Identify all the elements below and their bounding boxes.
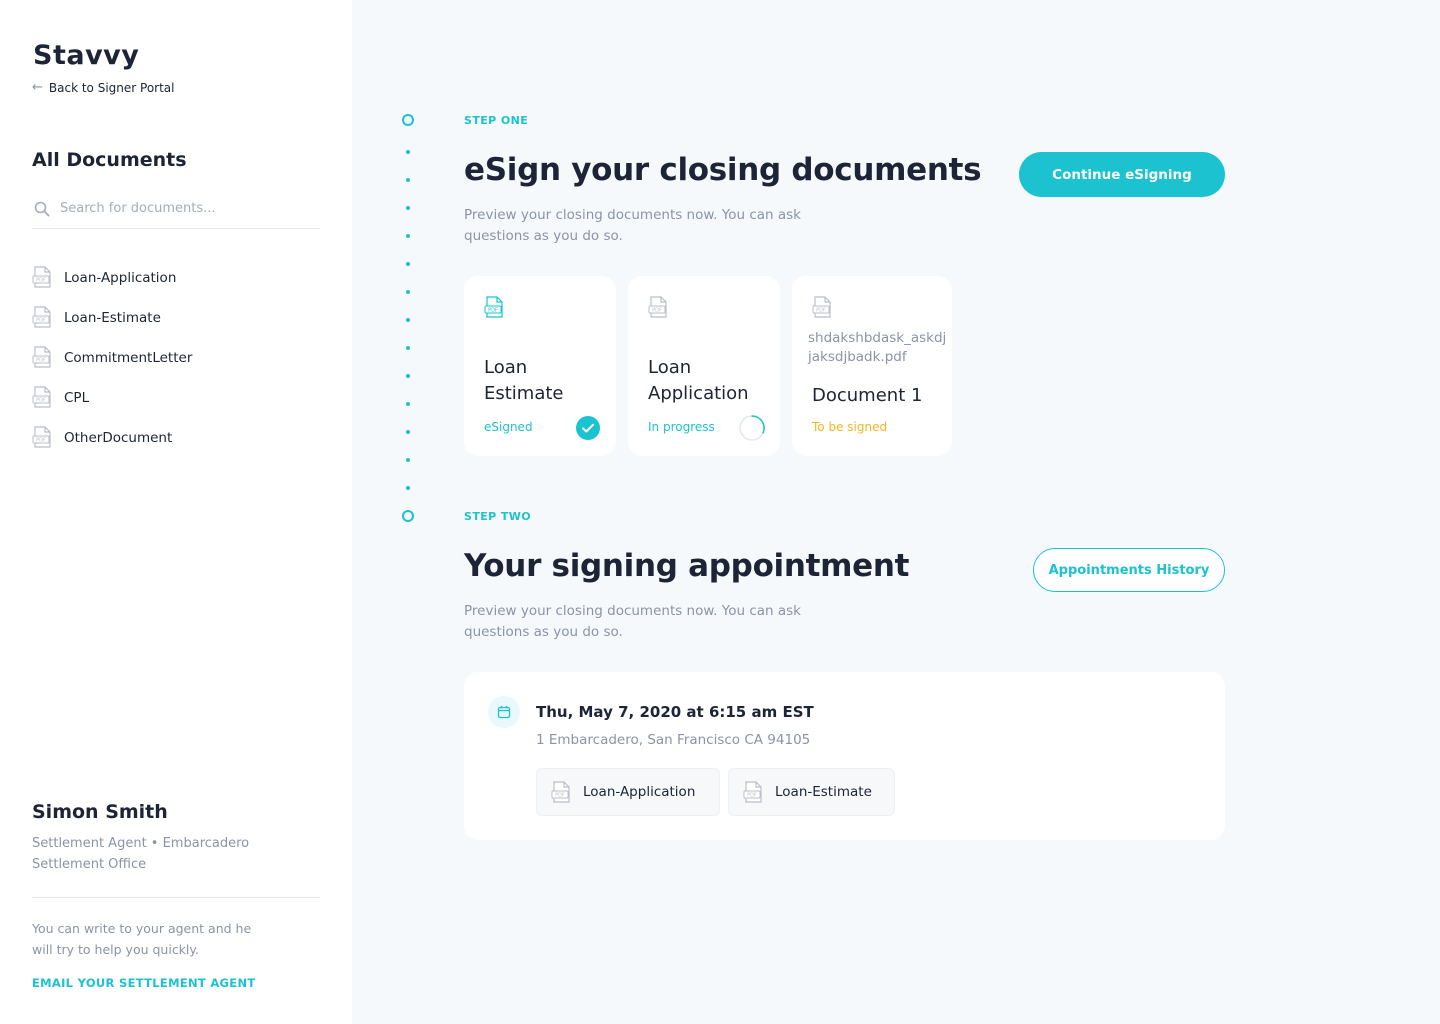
all-documents-heading: All Documents	[32, 149, 187, 171]
sidebar: Stavvy ← Back to Signer Portal All Docum…	[0, 0, 352, 1024]
pdf-icon: PDF	[32, 266, 51, 288]
document-name: CommitmentLetter	[64, 350, 193, 366]
agent-help-text: You can write to your agent and he will …	[32, 921, 252, 957]
timeline-dot	[406, 402, 410, 406]
document-name: Loan-Application	[64, 270, 177, 286]
appointment-document-chip[interactable]: PDF Loan-Estimate	[728, 768, 895, 816]
timeline-dot	[406, 150, 410, 154]
document-name: OtherDocument	[64, 430, 173, 446]
pdf-icon: PDF	[484, 296, 503, 318]
appointment-date: Thu, May 7, 2020 at 6:15 am EST	[536, 703, 814, 721]
progress-spinner-icon	[739, 415, 765, 441]
step-one-title: eSign your closing documents	[464, 152, 982, 188]
step-one-description: Preview your closing documents now. You …	[464, 207, 801, 244]
back-to-portal-link[interactable]: ← Back to Signer Portal	[32, 80, 175, 95]
search-input[interactable]	[60, 196, 310, 220]
pdf-icon: PDF	[648, 296, 667, 318]
timeline-dot	[406, 206, 410, 210]
step-two-description: Preview your closing documents now. You …	[464, 603, 801, 640]
card-status: To be signed	[812, 420, 888, 434]
pdf-icon: PDF	[812, 296, 831, 318]
document-card-loan-estimate[interactable]: PDF Loan Estimate eSigned	[464, 276, 616, 456]
list-item[interactable]: PDF Loan-Application	[32, 258, 192, 298]
agent-role: Settlement Agent • Embarcadero Settlemen…	[32, 836, 250, 872]
continue-esigning-button[interactable]: Continue eSigning	[1019, 152, 1225, 197]
svg-text:PDF: PDF	[816, 308, 826, 314]
document-search	[32, 196, 320, 229]
chip-label: Loan-Estimate	[775, 784, 872, 800]
document-card-loan-application[interactable]: PDF Loan Application In progress	[628, 276, 780, 456]
timeline-dot	[406, 290, 410, 294]
svg-text:PDF: PDF	[36, 318, 46, 324]
list-item[interactable]: PDF CommitmentLetter	[32, 338, 192, 378]
pdf-icon: PDF	[551, 781, 570, 803]
svg-text:PDF: PDF	[747, 793, 757, 799]
timeline-dot	[406, 374, 410, 378]
svg-text:PDF: PDF	[652, 308, 662, 314]
card-filename: shdakshbdask_askdjjaksdjbadk.pdf	[808, 330, 947, 365]
pdf-icon: PDF	[32, 386, 51, 408]
list-item[interactable]: PDF CPL	[32, 378, 192, 418]
timeline-dot	[406, 346, 410, 350]
back-link-label: Back to Signer Portal	[48, 80, 175, 95]
document-name: Loan-Estimate	[64, 310, 161, 326]
document-list: PDF Loan-Application PDF Loan-Estimate P…	[32, 258, 192, 458]
svg-text:PDF: PDF	[488, 308, 498, 314]
calendar-icon	[488, 696, 520, 728]
document-card-document-1[interactable]: PDF shdakshbdask_askdjjaksdjbadk.pdf Doc…	[792, 276, 952, 456]
svg-text:PDF: PDF	[36, 398, 46, 404]
step-one-label: STEP ONE	[464, 114, 529, 127]
timeline-dot	[406, 458, 410, 462]
timeline-dot	[406, 234, 410, 238]
checkmark-icon	[576, 416, 600, 440]
appointment-address: 1 Embarcadero, San Francisco CA 94105	[536, 732, 811, 748]
agent-name: Simon Smith	[32, 801, 168, 823]
step-two-marker	[402, 510, 414, 522]
list-item[interactable]: PDF Loan-Estimate	[32, 298, 192, 338]
step-two-label: STEP TWO	[464, 510, 532, 523]
step-two-title: Your signing appointment	[464, 548, 910, 584]
svg-text:PDF: PDF	[36, 278, 46, 284]
appointment-card: Thu, May 7, 2020 at 6:15 am EST 1 Embarc…	[464, 672, 1225, 840]
card-status: In progress	[648, 420, 715, 434]
svg-text:PDF: PDF	[555, 793, 565, 799]
card-title: Document 1	[812, 385, 923, 406]
appointment-document-chip[interactable]: PDF Loan-Application	[536, 768, 720, 816]
svg-text:PDF: PDF	[36, 438, 46, 444]
svg-text:PDF: PDF	[36, 358, 46, 364]
search-icon	[34, 201, 50, 217]
card-title: Loan Estimate	[484, 357, 564, 404]
card-title: Loan Application	[648, 357, 749, 404]
list-item[interactable]: PDF OtherDocument	[32, 418, 192, 458]
timeline-dot	[406, 262, 410, 266]
timeline-dot	[406, 178, 410, 182]
divider	[32, 897, 320, 898]
document-name: CPL	[64, 390, 90, 406]
chip-label: Loan-Application	[583, 784, 696, 800]
pdf-icon: PDF	[743, 781, 762, 803]
timeline-dot	[406, 486, 410, 490]
step-one-marker	[402, 114, 414, 126]
pdf-icon: PDF	[32, 426, 51, 448]
timeline-dot	[406, 318, 410, 322]
appointments-history-button[interactable]: Appointments History	[1033, 548, 1225, 592]
stavvy-logo[interactable]: Stavvy	[33, 40, 139, 71]
timeline-dot	[406, 430, 410, 434]
pdf-icon: PDF	[32, 306, 51, 328]
email-agent-link[interactable]: EMAIL YOUR SETTLEMENT AGENT	[32, 976, 256, 990]
arrow-left-icon: ←	[32, 80, 43, 95]
pdf-icon: PDF	[32, 346, 51, 368]
card-status: eSigned	[484, 420, 533, 434]
